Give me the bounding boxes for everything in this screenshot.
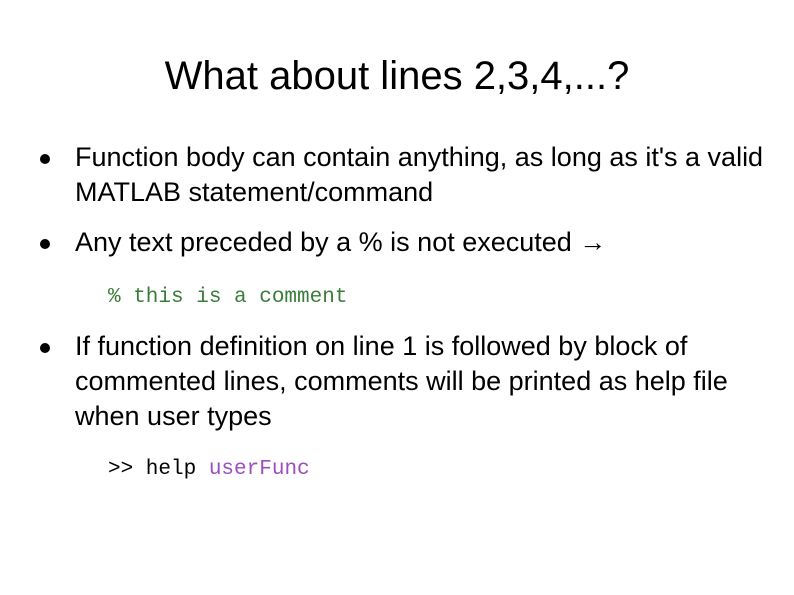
bullet-dot-3: [40, 343, 50, 353]
help-prompt: >> help: [108, 458, 209, 481]
help-argument: userFunc: [208, 458, 310, 481]
bullet-text-3: If function definition on line 1 is foll…: [75, 331, 728, 431]
comment-example: % this is a comment: [108, 286, 348, 309]
bullet-dot-1: [40, 154, 50, 164]
bullet-text-1: Function body can contain anything, as l…: [75, 142, 764, 207]
bullet-dot-2: [40, 239, 50, 249]
slide-title: What about lines 2,3,4,...?: [164, 54, 630, 98]
bullet-text-2: Any text preceded by a % is not executed…: [75, 227, 607, 257]
help-command: >> help userFunc: [108, 457, 310, 483]
